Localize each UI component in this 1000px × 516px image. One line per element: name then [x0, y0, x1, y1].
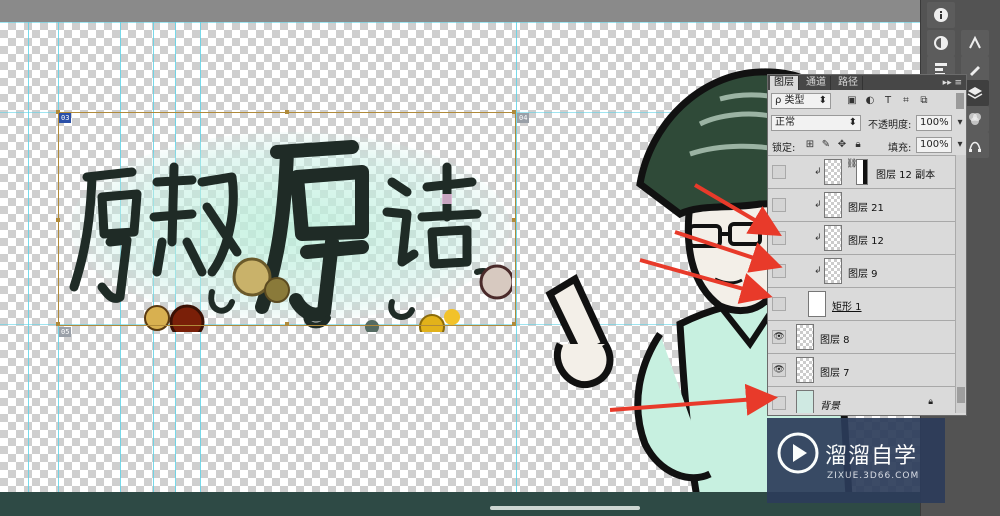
clip-arrow-icon: ↲	[814, 167, 822, 177]
clip-arrow-icon: ↲	[814, 233, 822, 243]
lock-all-icon[interactable]: 🔒︎	[852, 139, 864, 151]
opacity-input[interactable]: 100%	[916, 115, 952, 131]
workspace: 03 04 05 图层 通道 路径 ▸▸ ≡ ρ 类型 ⬍ ▣ ◐ T ⌗ ⧉ …	[0, 0, 1000, 516]
resize-handle[interactable]	[512, 110, 516, 114]
tab-layers[interactable]: 图层	[770, 76, 799, 90]
layer-name[interactable]: 背景	[820, 397, 840, 412]
opacity-label: 不透明度:	[868, 120, 912, 131]
lock-image-icon[interactable]: ✎	[820, 139, 832, 151]
chevron-down-icon: ⬍	[848, 117, 857, 128]
layer-name[interactable]: 矩形 1	[832, 298, 862, 313]
scrollbar-thumb[interactable]	[957, 387, 965, 403]
resize-handle[interactable]	[512, 218, 516, 222]
panel-menu-icon[interactable]: ▸▸ ≡	[943, 76, 962, 90]
layer-thumbnail	[808, 291, 826, 317]
filter-label: ρ 类型	[775, 95, 805, 106]
layer-name[interactable]: 图层 12	[848, 232, 884, 247]
panel-tabs: 图层 通道 路径 ▸▸ ≡	[768, 75, 966, 90]
layer-list-scrollbar[interactable]	[955, 155, 966, 413]
fill-label: 填充:	[888, 143, 912, 154]
horizontal-guide[interactable]	[0, 22, 920, 23]
play-logo-icon	[777, 432, 819, 474]
annotation-arrows	[609, 183, 783, 416]
slice-label[interactable]: 05	[59, 327, 72, 337]
filter-pixel-icon[interactable]: ▣	[846, 95, 858, 107]
scrollbar-thumb[interactable]	[490, 506, 640, 510]
filter-smart-icon[interactable]: ⧉	[918, 95, 930, 107]
layer-mask-thumbnail[interactable]	[856, 159, 868, 185]
resize-handle[interactable]	[512, 322, 516, 326]
lock-position-icon[interactable]: ✥	[836, 139, 848, 151]
watermark-url: ZIXUE.3D66.COM	[827, 471, 920, 481]
clip-arrow-icon: ↲	[814, 266, 822, 276]
resize-handle[interactable]	[56, 322, 60, 326]
layer-thumbnail	[824, 258, 842, 284]
info-icon[interactable]	[927, 2, 955, 28]
fill-input[interactable]: 100%	[916, 137, 952, 153]
tab-paths[interactable]: 路径	[834, 76, 863, 90]
clip-arrow-icon: ↲	[814, 200, 822, 210]
layer-filter-select[interactable]: ρ 类型 ⬍	[771, 93, 831, 109]
layer-thumbnail	[824, 225, 842, 251]
watermark-logo: 溜溜自学 ZIXUE.3D66.COM	[767, 418, 945, 503]
tab-channels[interactable]: 通道	[802, 76, 831, 90]
lock-icon: 🔒︎	[928, 397, 933, 407]
filter-shape-icon[interactable]: ⌗	[900, 95, 912, 107]
resize-handle[interactable]	[285, 110, 289, 114]
layer-thumbnail	[824, 192, 842, 218]
adjust-icon[interactable]	[927, 30, 955, 56]
slice-selection-box[interactable]	[56, 110, 516, 326]
blend-mode-value: 正常	[775, 117, 795, 128]
layer-name[interactable]: 图层 12 副本	[876, 166, 935, 181]
layer-thumbnail	[824, 159, 842, 185]
blend-mode-select[interactable]: 正常 ⬍	[771, 115, 861, 131]
lock-transparency-icon[interactable]: ⊞	[804, 139, 816, 151]
opacity-dropdown-icon[interactable]: ▾	[954, 117, 966, 129]
layer-name[interactable]: 图层 8	[820, 331, 850, 346]
filter-adjust-icon[interactable]: ◐	[864, 95, 876, 107]
document-top-bar	[0, 0, 920, 22]
resize-handle[interactable]	[56, 218, 60, 222]
filter-toggle[interactable]	[956, 93, 964, 109]
lock-label: 锁定:	[772, 143, 796, 154]
fill-dropdown-icon[interactable]: ▾	[954, 139, 966, 151]
filter-type-icon[interactable]: T	[882, 95, 894, 107]
paths-icon[interactable]	[961, 30, 989, 56]
chevron-down-icon: ⬍	[818, 95, 827, 106]
slice-label[interactable]: 03	[59, 113, 72, 123]
vertical-guide[interactable]	[28, 22, 29, 492]
layer-name[interactable]: 图层 21	[848, 199, 884, 214]
watermark-title: 溜溜自学	[825, 444, 918, 469]
layer-name[interactable]: 图层 7	[820, 364, 850, 379]
vertical-guide[interactable]	[516, 22, 517, 492]
resize-handle[interactable]	[285, 322, 289, 326]
layer-name[interactable]: 图层 9	[848, 265, 878, 280]
